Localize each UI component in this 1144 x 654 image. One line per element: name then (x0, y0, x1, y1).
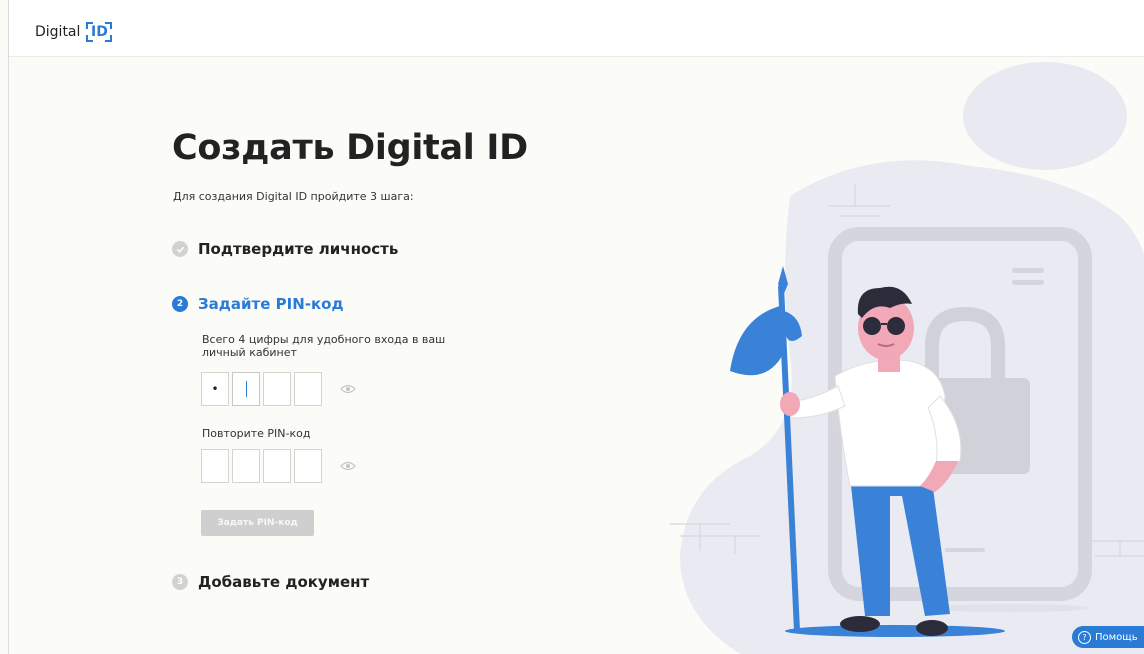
page-title: Создать Digital ID (172, 128, 528, 168)
hero-illustration (670, 62, 1144, 654)
eye-icon[interactable] (339, 383, 357, 395)
repeat-pin-input-group (201, 449, 357, 483)
help-label: Помощь (1095, 631, 1138, 643)
eye-icon[interactable] (339, 460, 357, 472)
step-set-pin: 2 Задайте PIN-код (172, 295, 344, 313)
check-icon (172, 241, 188, 257)
step-confirm-identity: Подтвердите личность (172, 240, 398, 258)
step-label: Добавьте документ (198, 573, 370, 591)
step-number-badge: 3 (172, 574, 188, 590)
left-edge-divider (8, 0, 9, 654)
repeat-pin-digit-field[interactable] (263, 449, 291, 483)
digital-id-logo[interactable]: Digital ID (35, 22, 113, 42)
step-add-document: 3 Добавьте документ (172, 573, 369, 591)
pin-digit-field[interactable]: • (201, 372, 229, 406)
repeat-pin-digit-field[interactable] (201, 449, 229, 483)
step-label: Задайте PIN-код (198, 295, 344, 313)
step-number-badge: 2 (172, 296, 188, 312)
repeat-pin-digit-field[interactable] (294, 449, 322, 483)
step-label: Подтвердите личность (198, 240, 399, 258)
help-button[interactable]: ? Помощь (1072, 626, 1144, 648)
pin-hint: Всего 4 цифры для удобного входа в ваш л… (202, 333, 446, 359)
pin-input-group: • (201, 372, 357, 406)
pin-digit-field[interactable] (232, 372, 260, 406)
repeat-pin-label: Повторите PIN-код (202, 427, 311, 440)
pin-digit-field[interactable] (263, 372, 291, 406)
question-icon: ? (1078, 630, 1091, 644)
repeat-pin-digit-field[interactable] (232, 449, 260, 483)
page-subtitle: Для создания Digital ID пройдите 3 шага: (173, 190, 414, 203)
logo-text: Digital (35, 24, 81, 40)
set-pin-button[interactable]: Задать PIN-код (201, 510, 314, 536)
text-caret (245, 381, 247, 397)
logo-id-frame: ID (86, 22, 113, 42)
top-bar: Digital ID (9, 0, 1144, 57)
pin-digit-field[interactable] (294, 372, 322, 406)
